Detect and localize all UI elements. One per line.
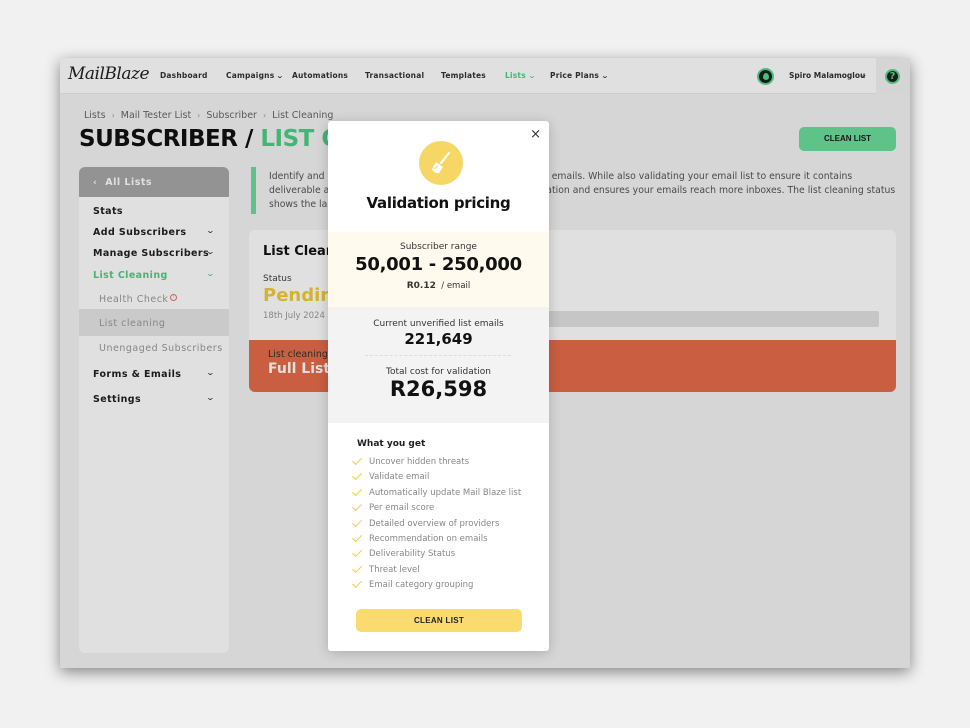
feature-item: Deliverability Status xyxy=(352,547,521,564)
range-value: 50,001 - 250,000 xyxy=(355,254,522,275)
check-icon xyxy=(352,501,363,512)
feature-item: Email category grouping xyxy=(352,578,521,595)
range-label: Subscriber range xyxy=(400,242,477,252)
unverified-value: 221,649 xyxy=(404,330,473,348)
check-icon xyxy=(352,516,363,527)
close-icon[interactable]: × xyxy=(530,127,541,142)
feature-item: Recommendation on emails xyxy=(352,532,521,549)
total-cost-label: Total cost for validation xyxy=(386,367,491,377)
total-cost-value: R26,598 xyxy=(389,377,488,401)
check-icon xyxy=(352,547,363,558)
check-icon xyxy=(352,485,363,496)
modal-title: Validation pricing xyxy=(366,194,511,212)
features-list: Uncover hidden threats Validate email Au… xyxy=(352,455,521,596)
check-icon xyxy=(352,562,363,573)
unverified-label: Current unverified list emails xyxy=(373,319,504,329)
feature-item: Automatically update Mail Blaze list xyxy=(352,485,521,503)
feature-item: Validate email xyxy=(352,470,521,487)
broom-icon xyxy=(419,141,463,185)
validation-pricing-modal: × Validation pricing Subscriber range 50… xyxy=(328,121,549,651)
check-icon xyxy=(352,455,363,466)
features-title: What you get xyxy=(357,439,426,449)
dashed-divider xyxy=(365,355,511,356)
subscriber-range-section: Subscriber range 50,001 - 250,000 R0.12 … xyxy=(328,232,549,307)
check-icon xyxy=(352,578,363,589)
check-icon xyxy=(352,532,363,542)
cost-section: Current unverified list emails 221,649 T… xyxy=(328,307,549,423)
check-icon xyxy=(352,470,363,481)
feature-item: Threat level xyxy=(352,562,521,580)
price-per-email: R0.12 / email xyxy=(406,281,471,291)
feature-item: Uncover hidden threats xyxy=(352,455,521,472)
feature-item: Per email score xyxy=(352,501,521,518)
modal-clean-list-button[interactable]: CLEAN LIST xyxy=(356,609,522,632)
app-window: MailBlaze Dashboard Campaigns ⌄ Automatio… xyxy=(60,58,910,668)
feature-item: Detailed overview of providers xyxy=(352,516,521,534)
